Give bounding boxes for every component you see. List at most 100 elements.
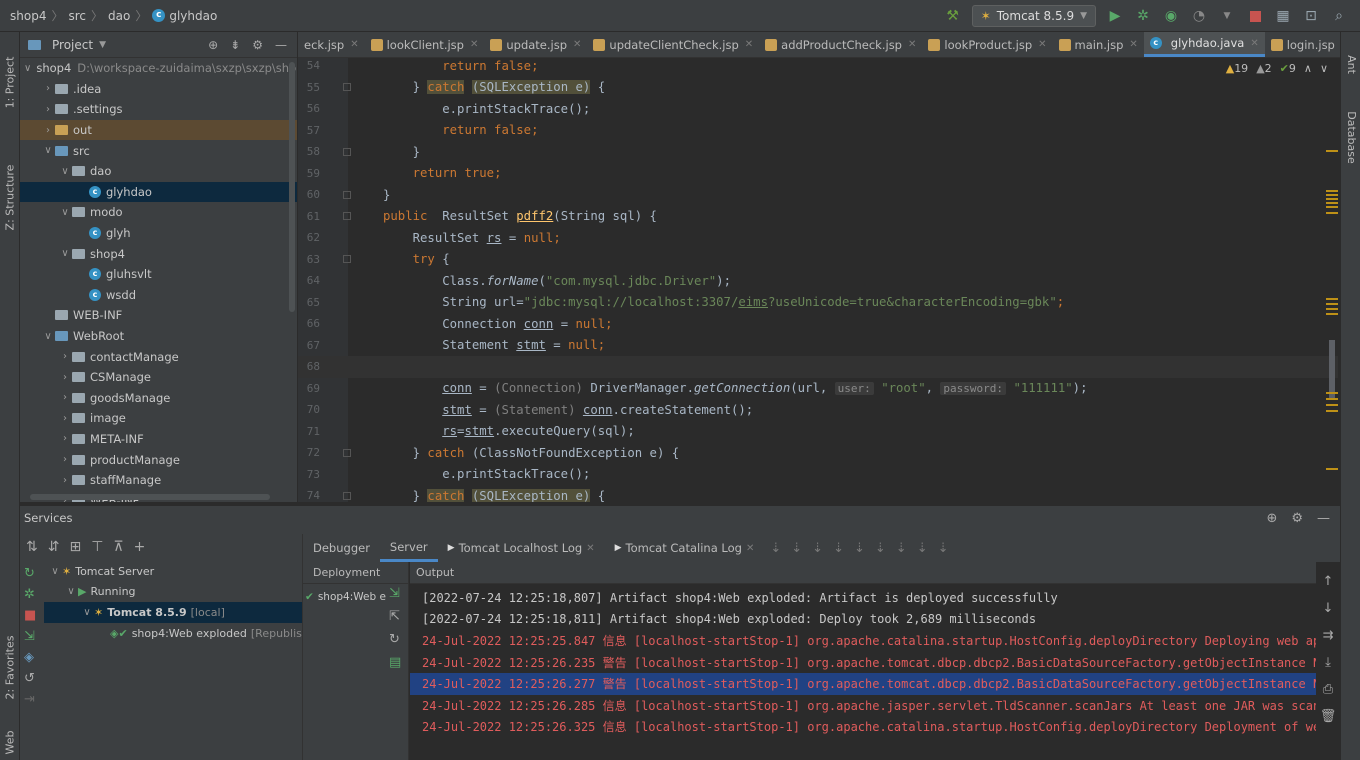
tool-tab-web[interactable]: Web: [0, 727, 20, 757]
fold-marker-icon[interactable]: [343, 190, 351, 199]
tree-item[interactable]: › image: [20, 408, 297, 429]
tree-item[interactable]: › .idea: [20, 79, 297, 100]
project-structure-icon[interactable]: ▦: [1274, 7, 1292, 25]
tree-item[interactable]: ∨ dao: [20, 161, 297, 182]
warning-mark[interactable]: [1326, 190, 1338, 192]
gear-icon[interactable]: ⚙: [252, 38, 263, 52]
print-icon[interactable]: ⎙: [1323, 682, 1333, 697]
code-line[interactable]: 61 public ResultSet pdff2(String sql) {: [298, 206, 1338, 228]
tree-item[interactable]: › productManage: [20, 449, 297, 470]
fold-marker-icon[interactable]: [343, 212, 351, 221]
step-into-icon[interactable]: ⇣: [812, 541, 823, 556]
services-tab[interactable]: ▶ Tomcat Catalina Log ✕: [605, 534, 765, 562]
warning-mark[interactable]: [1326, 198, 1338, 200]
undeploy-icon[interactable]: ⇱: [389, 609, 401, 624]
filter-icon[interactable]: ⊤: [91, 539, 103, 555]
chevron-up-icon[interactable]: ∧: [1304, 62, 1312, 75]
tree-item[interactable]: c gluhsvlt: [20, 264, 297, 285]
editor-scrollbar-thumb[interactable]: [1329, 340, 1335, 400]
service-tree-item[interactable]: ∨ ✶ Tomcat 8.5.9 [local]: [44, 602, 302, 623]
scroll-to-end-icon[interactable]: ⤓: [1325, 655, 1331, 670]
more-run-chevron-icon[interactable]: ▼: [1218, 7, 1236, 25]
fold-marker-icon[interactable]: [343, 448, 351, 457]
project-horizontal-scrollbar[interactable]: [30, 494, 270, 500]
code-line[interactable]: 57 return false;: [298, 120, 1338, 142]
arrow-down-icon[interactable]: ↓: [1323, 601, 1334, 616]
arrow-up-icon[interactable]: ↑: [1323, 574, 1334, 589]
code-line[interactable]: 66 Connection conn = null;: [298, 313, 1338, 335]
chevron-down-icon[interactable]: ∨: [58, 207, 72, 218]
tree-item[interactable]: c glyh: [20, 223, 297, 244]
code-line[interactable]: 73 e.printStackTrace();: [298, 464, 1338, 486]
locate-icon[interactable]: ⊕: [208, 38, 218, 52]
group-icon[interactable]: ⊞: [69, 539, 81, 555]
tree-item[interactable]: ∨ modo: [20, 202, 297, 223]
close-icon[interactable]: ✕: [586, 543, 594, 554]
project-vertical-scrollbar[interactable]: [289, 62, 295, 312]
globe-icon[interactable]: ⊕: [1266, 511, 1277, 526]
code-line[interactable]: 62 ResultSet rs = null;: [298, 227, 1338, 249]
service-tree-item[interactable]: ∨ ▶ Running: [44, 582, 302, 603]
tree-item[interactable]: WEB-INF: [20, 305, 297, 326]
debug-bug-icon[interactable]: ✲: [1134, 7, 1152, 25]
fold-marker-icon[interactable]: [343, 147, 351, 156]
watches-icon[interactable]: ⇣: [938, 541, 949, 556]
code-line[interactable]: 68: [298, 356, 1338, 378]
close-icon[interactable]: ✕: [470, 39, 478, 50]
breadcrumb-item-dao[interactable]: dao: [108, 9, 130, 23]
chevron-down-icon[interactable]: ∨: [48, 566, 62, 577]
tree-item[interactable]: › contactManage: [20, 346, 297, 367]
log-line[interactable]: [2022-07-24 12:25:18,811] Artifact shop4…: [410, 609, 1317, 631]
fold-marker-icon[interactable]: [343, 491, 351, 500]
gear-icon[interactable]: ⚙: [1291, 511, 1303, 526]
tree-item[interactable]: › goodsManage: [20, 388, 297, 409]
editor-tab[interactable]: c glyhdao.java ✕: [1143, 32, 1265, 57]
warning-mark[interactable]: [1326, 298, 1338, 300]
chevron-right-icon[interactable]: ›: [41, 104, 55, 115]
evaluate-icon[interactable]: ⇣: [917, 541, 928, 556]
code-line[interactable]: 63 try {: [298, 249, 1338, 271]
chevron-down-icon[interactable]: ∨: [58, 248, 72, 259]
code-line[interactable]: 58 }: [298, 141, 1338, 163]
code-line[interactable]: 60}: [298, 184, 1338, 206]
code-line[interactable]: 72 } catch (ClassNotFoundException e) {: [298, 442, 1338, 464]
search-icon[interactable]: ⌕: [1330, 7, 1348, 25]
tool-tab-favorites[interactable]: 2: Favorites: [0, 612, 20, 722]
hide-icon[interactable]: —: [275, 38, 287, 52]
stop-icon[interactable]: [1246, 7, 1264, 25]
warning-mark[interactable]: [1326, 303, 1338, 305]
inspection-widget[interactable]: ▲19 ▲2 ✔9 ∧ ∨: [1226, 62, 1328, 75]
code-line[interactable]: 54 return false;: [298, 55, 1338, 77]
breadcrumb-item-class[interactable]: glyhdao: [169, 9, 217, 23]
services-tab[interactable]: Debugger: [303, 534, 380, 562]
close-icon[interactable]: ✕: [1129, 39, 1137, 50]
artifact-icon[interactable]: ◈: [24, 650, 44, 665]
warning-mark[interactable]: [1326, 392, 1338, 394]
code-line[interactable]: 64 Class.forName("com.mysql.jdbc.Driver"…: [298, 270, 1338, 292]
log-line[interactable]: 24-Jul-2022 12:25:26.235 警告 [localhost-s…: [410, 652, 1317, 674]
hide-icon[interactable]: —: [1317, 511, 1330, 526]
step-over-icon[interactable]: ⇣: [791, 541, 802, 556]
chevron-right-icon[interactable]: ›: [41, 125, 55, 136]
debug-bug-icon[interactable]: ✲: [24, 587, 44, 602]
warning-mark[interactable]: [1326, 313, 1338, 315]
chevron-down-icon[interactable]: ∨: [41, 145, 55, 156]
fold-marker-icon[interactable]: [343, 255, 351, 264]
chevron-right-icon[interactable]: ›: [58, 351, 72, 362]
tree-item[interactable]: › CSManage: [20, 367, 297, 388]
chevron-right-icon[interactable]: ›: [58, 392, 72, 403]
warning-mark[interactable]: [1326, 150, 1338, 152]
chevron-right-icon[interactable]: ›: [58, 413, 72, 424]
close-icon[interactable]: ✕: [908, 39, 916, 50]
step-out-icon[interactable]: ⇣: [854, 541, 865, 556]
force-step-into-icon[interactable]: ⇣: [833, 541, 844, 556]
tree-item[interactable]: ∨ src: [20, 140, 297, 161]
warning-mark[interactable]: [1326, 206, 1338, 208]
profile-icon[interactable]: ◔: [1190, 7, 1208, 25]
deploy-all-icon[interactable]: ⇲: [389, 586, 401, 601]
close-icon[interactable]: ✕: [573, 39, 581, 50]
editor-tab[interactable]: update.jsp ✕: [484, 32, 587, 57]
refresh-icon[interactable]: ↺: [24, 671, 44, 686]
tree-item[interactable]: › META-INF: [20, 429, 297, 450]
chevron-down-icon[interactable]: ∨: [24, 63, 31, 74]
